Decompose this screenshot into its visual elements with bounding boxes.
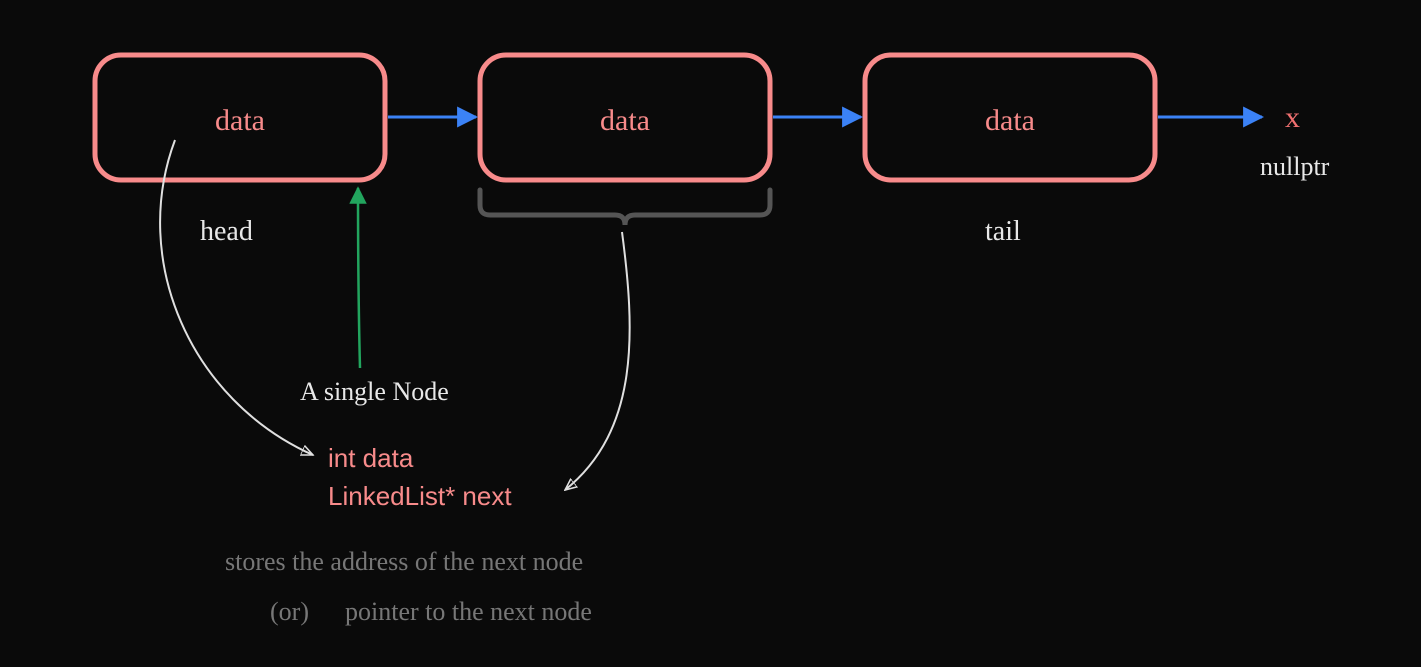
- nullptr-x: x: [1285, 101, 1300, 134]
- desc-line-1: stores the address of the next node: [225, 547, 583, 576]
- node-2: data: [480, 55, 770, 180]
- linked-list-diagram: data data data x nullptr head tail A sin…: [0, 0, 1421, 667]
- node-1: data: [95, 55, 385, 180]
- node-3-label: data: [985, 104, 1035, 137]
- desc-line-2: pointer to the next node: [345, 597, 592, 626]
- arrow-data-field: [160, 140, 313, 455]
- node-2-label: data: [600, 104, 650, 137]
- arrow-single-node: [358, 188, 360, 368]
- tail-label: tail: [985, 216, 1021, 247]
- head-label: head: [200, 216, 253, 247]
- code-line-2: LinkedList* next: [328, 481, 512, 511]
- desc-or: (or): [270, 597, 309, 626]
- nullptr-label: nullptr: [1260, 152, 1330, 181]
- single-node-label: A single Node: [300, 377, 449, 406]
- arrow-next-field: [565, 232, 630, 490]
- node-bracket: [480, 190, 770, 225]
- node-1-label: data: [215, 104, 265, 137]
- node-3: data: [865, 55, 1155, 180]
- code-line-1: int data: [328, 443, 414, 473]
